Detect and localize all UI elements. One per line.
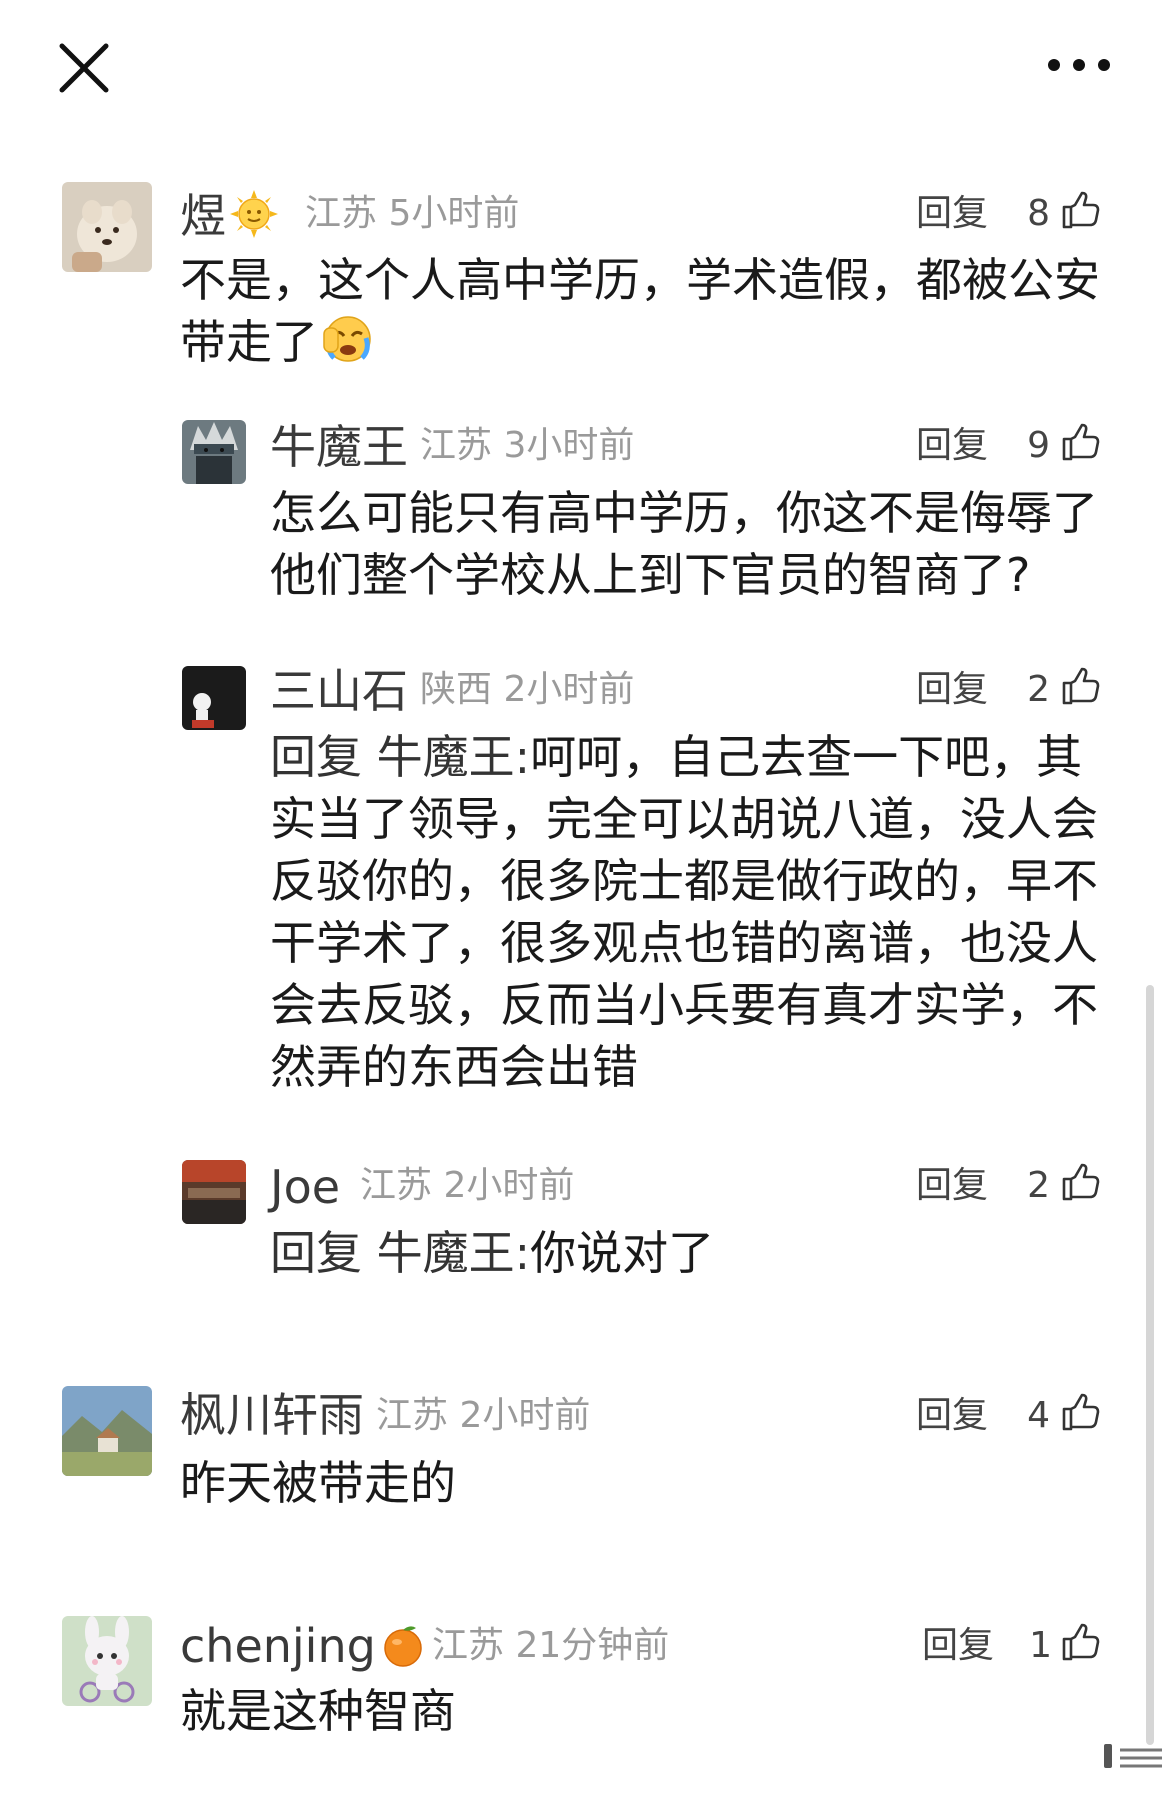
username[interactable]: 三山石 <box>270 668 408 714</box>
reply-button[interactable]: 回复 <box>916 1168 988 1204</box>
avatar[interactable] <box>62 182 152 272</box>
like-count: 2 <box>1027 669 1050 710</box>
comment-meta: 江苏 5小时前 <box>305 196 519 232</box>
comment-meta: 江苏 2小时前 <box>376 1398 590 1434</box>
avatar[interactable] <box>182 420 246 484</box>
reply-button[interactable]: 回复 <box>916 428 988 464</box>
username[interactable]: 牛魔王 <box>270 424 408 470</box>
location: 江苏 <box>420 425 493 466</box>
reply-to-prefix[interactable]: 回复 牛魔王: <box>270 730 530 784</box>
reply-button[interactable]: 回复 <box>922 1628 994 1664</box>
top-bar <box>0 0 1170 140</box>
location: 江苏 <box>432 1625 505 1666</box>
avatar[interactable] <box>182 666 246 730</box>
location: 江苏 <box>305 193 378 234</box>
reply-to-prefix[interactable]: 回复 牛魔王: <box>270 1226 530 1280</box>
comment-text: 回复 牛魔王:呵呵，自己去查一下吧，其 实当了领导，完全可以胡说八道，没人会 反… <box>270 730 1098 1094</box>
close-icon[interactable] <box>56 40 112 96</box>
timestamp: 5小时前 <box>388 193 520 234</box>
location: 江苏 <box>376 1395 449 1436</box>
reply-button[interactable]: 回复 <box>916 1398 988 1434</box>
tangerine-emoji <box>380 1622 426 1675</box>
thumbs-up-icon[interactable] <box>1060 1392 1100 1432</box>
scroll-handle-icon[interactable] <box>1104 1740 1164 1770</box>
comment-text: 不是，这个人高中学历，学术造假，都被公安 带走了 <box>180 249 1100 379</box>
timestamp: 2小时前 <box>443 1165 575 1206</box>
thumbs-up-icon[interactable] <box>1060 190 1100 230</box>
comment-text: 就是这种智商 <box>180 1684 456 1738</box>
username[interactable]: chenjing <box>180 1622 426 1675</box>
comment-meta: 江苏 2小时前 <box>360 1168 574 1204</box>
thumbs-up-icon[interactable] <box>1060 1162 1100 1202</box>
comment-meta: 陕西 2小时前 <box>420 672 634 708</box>
thumbs-up-icon[interactable] <box>1060 1622 1100 1662</box>
location: 江苏 <box>360 1165 433 1206</box>
comment-text: 怎么可能只有高中学历，你这不是侮辱了 他们整个学校从上到下官员的智商了? <box>270 486 1098 602</box>
comment-meta: 江苏 3小时前 <box>420 428 634 464</box>
timestamp: 3小时前 <box>503 425 635 466</box>
username[interactable]: 煜 <box>180 190 278 245</box>
sun-face-emoji <box>230 190 278 245</box>
like-count: 4 <box>1027 1395 1050 1436</box>
comment-text: 回复 牛魔王:你说对了 <box>270 1226 715 1280</box>
username[interactable]: Joe <box>270 1164 340 1210</box>
like-count: 9 <box>1027 425 1050 466</box>
like-count: 1 <box>1029 1625 1052 1666</box>
avatar[interactable] <box>62 1386 152 1476</box>
avatar[interactable] <box>182 1160 246 1224</box>
scrollbar[interactable] <box>1146 985 1154 1745</box>
reply-button[interactable]: 回复 <box>916 672 988 708</box>
comment-meta: 江苏 21分钟前 <box>432 1628 669 1664</box>
reply-button[interactable]: 回复 <box>916 196 988 232</box>
location: 陕西 <box>420 669 493 710</box>
thumbs-up-icon[interactable] <box>1060 422 1100 462</box>
comment-text: 昨天被带走的 <box>180 1456 456 1510</box>
username[interactable]: 枫川轩雨 <box>180 1392 364 1438</box>
like-count: 8 <box>1027 193 1050 234</box>
timestamp: 21分钟前 <box>515 1625 670 1666</box>
avatar[interactable] <box>62 1616 152 1706</box>
more-horizontal-icon[interactable] <box>1044 48 1114 82</box>
thumbs-up-icon[interactable] <box>1060 666 1100 706</box>
crying-face-emoji <box>322 312 374 379</box>
timestamp: 2小时前 <box>503 669 635 710</box>
timestamp: 2小时前 <box>459 1395 591 1436</box>
like-count: 2 <box>1027 1165 1050 1206</box>
